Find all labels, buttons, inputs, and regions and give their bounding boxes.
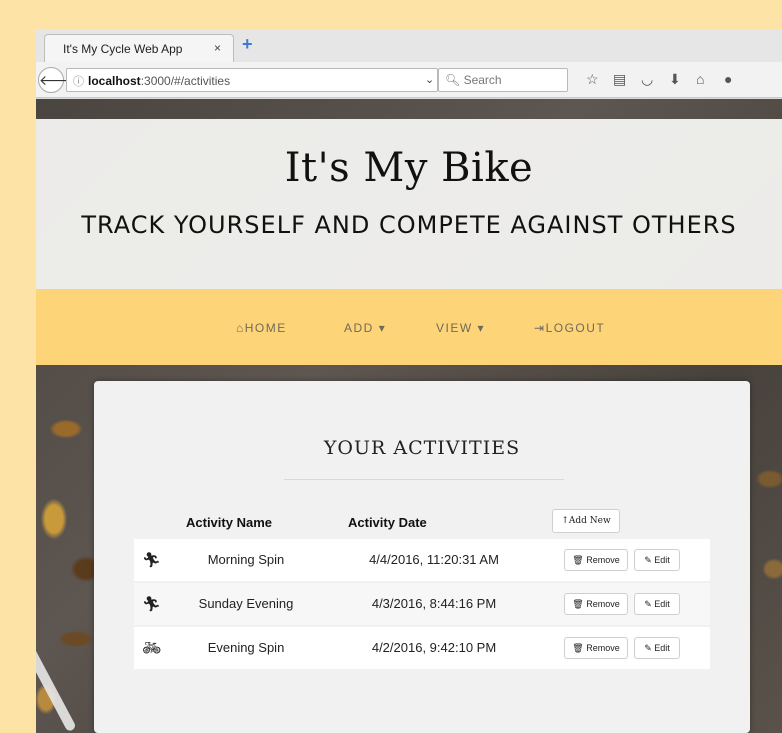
url-host: localhost bbox=[88, 74, 141, 88]
remove-label: Remove bbox=[586, 643, 620, 653]
nav-logout-label: LOGOUT bbox=[545, 321, 606, 335]
activity-name: Morning Spin bbox=[207, 552, 285, 567]
home-icon[interactable]: ⌂ bbox=[696, 71, 704, 87]
remove-label: Remove bbox=[586, 555, 620, 565]
edit-label: Edit bbox=[654, 643, 670, 653]
download-icon[interactable]: ⬇ bbox=[669, 71, 681, 88]
tab-title: It's My Cycle Web App bbox=[63, 42, 183, 56]
caret-down-icon: ▾ bbox=[477, 321, 486, 335]
url-path: :3000/#/activities bbox=[140, 74, 231, 88]
activity-date: 4/4/2016, 11:20:31 AM bbox=[369, 552, 499, 567]
edit-button[interactable]: ✎ Edit bbox=[634, 593, 680, 615]
nav-add-dropdown[interactable]: ADD ▾ bbox=[344, 321, 386, 335]
activity-row[interactable]: 🚲︎ Evening Spin 4/2/2016, 9:42:10 PM 🗑︎ … bbox=[134, 627, 710, 669]
nav-view-dropdown[interactable]: VIEW ▾ bbox=[436, 321, 485, 335]
search-placeholder: Search bbox=[463, 73, 502, 87]
site-tagline: TRACK YOURSELF AND COMPETE AGAINST OTHER… bbox=[81, 211, 737, 239]
url-bar[interactable]: ⓘlocalhost:3000/#/activities ⌄ C bbox=[66, 68, 460, 92]
trash-icon: 🗑︎ bbox=[572, 555, 584, 565]
web-page: It's My Bike TRACK YOURSELF AND COMPETE … bbox=[36, 99, 782, 733]
remove-button[interactable]: 🗑︎ Remove bbox=[564, 593, 628, 615]
activity-name: Sunday Evening bbox=[198, 596, 294, 611]
back-button[interactable]: 🡐 bbox=[38, 67, 77, 93]
remove-button[interactable]: 🗑︎ Remove bbox=[564, 549, 628, 571]
add-icon: ↑ bbox=[561, 516, 569, 526]
logout-icon: ⇥ bbox=[534, 321, 546, 335]
activity-name: Evening Spin bbox=[207, 640, 285, 655]
nav-logout[interactable]: ⇥LOGOUT bbox=[534, 321, 605, 335]
pencil-icon: ✎ bbox=[644, 599, 652, 609]
add-new-label: Add New bbox=[568, 516, 611, 526]
reader-icon[interactable]: ▤ bbox=[613, 71, 626, 88]
activities-panel: YOUR ACTIVITIES Activity Name Activity D… bbox=[94, 381, 750, 733]
trash-icon: 🗑︎ bbox=[572, 599, 584, 609]
panel-title: YOUR ACTIVITIES bbox=[323, 437, 521, 459]
tab-strip: It's My Cycle Web App × + bbox=[36, 30, 782, 62]
edit-label: Edit bbox=[654, 555, 670, 565]
nav-view-label: VIEW bbox=[436, 321, 473, 335]
edit-label: Edit bbox=[654, 599, 670, 609]
caret-down-icon: ▾ bbox=[378, 321, 387, 335]
edit-button[interactable]: ✎ Edit bbox=[634, 637, 680, 659]
trash-icon: 🗑︎ bbox=[572, 643, 584, 653]
chat-icon[interactable]: ● bbox=[724, 71, 732, 87]
pencil-icon: ✎ bbox=[644, 643, 652, 653]
activity-row[interactable]: 🏃︎ Morning Spin 4/4/2016, 11:20:31 AM 🗑︎… bbox=[134, 539, 710, 581]
home-icon: ⌂ bbox=[236, 321, 245, 335]
activity-date: 4/3/2016, 8:44:16 PM bbox=[371, 596, 497, 611]
activity-date: 4/2/2016, 9:42:10 PM bbox=[371, 640, 497, 655]
column-header-name: Activity Name bbox=[186, 515, 272, 530]
activity-row[interactable]: 🏃︎ Sunday Evening 4/3/2016, 8:44:16 PM 🗑… bbox=[134, 583, 710, 625]
edit-button[interactable]: ✎ Edit bbox=[634, 549, 680, 571]
remove-button[interactable]: 🗑︎ Remove bbox=[564, 637, 628, 659]
nav-add-label: ADD bbox=[344, 321, 374, 335]
new-tab-button[interactable]: + bbox=[242, 34, 253, 55]
running-icon: 🏃︎ bbox=[142, 596, 162, 613]
site-header: It's My Bike TRACK YOURSELF AND COMPETE … bbox=[36, 119, 782, 289]
site-title: It's My Bike bbox=[284, 145, 534, 191]
browser-window: It's My Cycle Web App × + 🡐 ⓘ localhost:3… bbox=[36, 30, 782, 733]
browser-tab[interactable]: It's My Cycle Web App × bbox=[44, 34, 234, 62]
running-icon: 🏃︎ bbox=[142, 552, 162, 569]
site-info-icon[interactable]: ⓘ bbox=[73, 76, 84, 88]
pencil-icon: ✎ bbox=[644, 555, 652, 565]
add-new-button[interactable]: ↑Add New bbox=[552, 509, 620, 533]
bicycle-icon: 🚲︎ bbox=[142, 640, 162, 657]
search-icon: 🔍︎ bbox=[445, 73, 461, 87]
url-dropdown-icon[interactable]: ⌄ bbox=[425, 73, 434, 86]
background-cable bbox=[36, 621, 77, 733]
search-input[interactable]: 🔍︎ Search bbox=[438, 68, 568, 92]
star-icon[interactable]: ☆ bbox=[586, 71, 599, 88]
nav-home[interactable]: ⌂HOME bbox=[236, 321, 287, 335]
column-header-date: Activity Date bbox=[348, 515, 427, 530]
pocket-icon[interactable]: ◡ bbox=[641, 71, 653, 88]
main-nav: ⌂HOME ADD ▾ VIEW ▾ ⇥LOGOUT bbox=[36, 289, 782, 365]
remove-label: Remove bbox=[586, 599, 620, 609]
close-tab-icon[interactable]: × bbox=[214, 41, 221, 55]
browser-toolbar: 🡐 ⓘlocalhost:3000/#/activities ⌄ C 🔍︎ Se… bbox=[36, 62, 782, 98]
nav-home-label: HOME bbox=[244, 321, 287, 335]
title-divider bbox=[284, 479, 564, 480]
